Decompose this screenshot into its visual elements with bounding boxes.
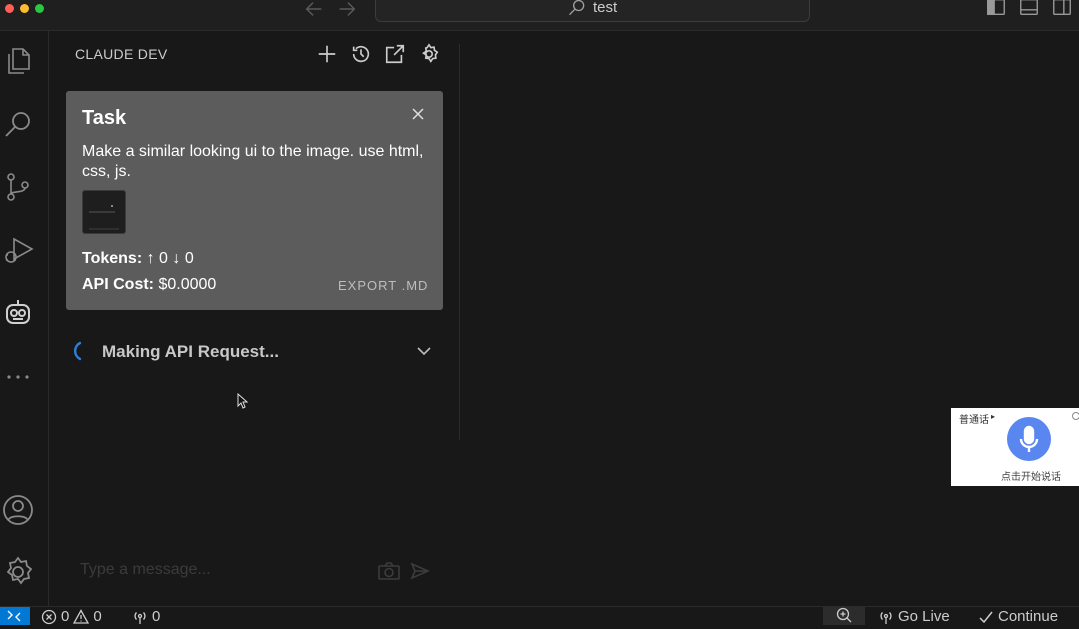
panel-title: CLAUDE DEV: [75, 46, 168, 62]
claude-dev-panel: CLAUDE DEV Task Make a similar looking u…: [48, 31, 460, 606]
task-title: Task: [82, 107, 127, 129]
claude-dev-robot-icon[interactable]: [2, 297, 34, 329]
settings-icon[interactable]: [1072, 412, 1079, 420]
panel-divider: [459, 44, 460, 440]
plus-icon[interactable]: [316, 43, 338, 65]
export-md-button[interactable]: EXPORT .MD: [338, 278, 428, 293]
tokens-in: ↑ 0: [146, 250, 168, 267]
account-icon[interactable]: [1, 493, 35, 527]
task-description: Make a similar looking ui to the image. …: [82, 143, 424, 180]
explorer-icon[interactable]: [2, 45, 34, 77]
search-icon: [569, 0, 585, 16]
settings-icon[interactable]: [418, 43, 440, 65]
ports-indicator[interactable]: 0: [132, 608, 160, 625]
warning-icon: [73, 608, 90, 624]
close-window-button[interactable]: [5, 4, 14, 13]
chevron-down-icon[interactable]: [415, 342, 433, 360]
loading-spinner-icon: [73, 341, 82, 361]
toggle-secondary-sidebar-icon[interactable]: [1051, 0, 1073, 18]
continue-button[interactable]: Continue: [978, 608, 1058, 625]
toggle-panel-icon[interactable]: [1018, 0, 1040, 18]
broadcast-icon: [880, 611, 892, 624]
send-icon[interactable]: [410, 561, 430, 581]
open-in-editor-icon[interactable]: [384, 43, 406, 65]
mouse-pointer-icon: [237, 393, 249, 409]
minimize-window-button[interactable]: [20, 4, 29, 13]
check-icon: [979, 611, 993, 623]
problems-indicator[interactable]: 0 0: [41, 608, 102, 625]
camera-icon[interactable]: [377, 561, 401, 581]
broadcast-icon: [134, 611, 146, 624]
api-cost-value: $0.0000: [158, 276, 217, 293]
manage-gear-icon[interactable]: [1, 555, 35, 589]
forward-arrow-icon[interactable]: [336, 0, 358, 20]
more-views-icon[interactable]: [2, 361, 34, 393]
task-card: Task Make a similar looking ui to the im…: [66, 91, 443, 310]
error-count: 0: [61, 608, 70, 625]
voice-input-widget: 普通话 ▸ 点击开始说话: [951, 408, 1079, 486]
tokens-label: Tokens:: [82, 250, 143, 267]
close-icon[interactable]: [410, 106, 426, 122]
zoom-button[interactable]: [823, 607, 865, 625]
source-control-icon[interactable]: [2, 171, 34, 203]
remote-indicator[interactable]: [0, 607, 30, 625]
continue-label: Continue: [998, 608, 1059, 625]
warning-count: 0: [93, 608, 102, 625]
search-icon[interactable]: [2, 108, 34, 140]
zoom-window-button[interactable]: [35, 4, 44, 13]
error-icon: [41, 609, 57, 624]
microphone-icon: [1019, 425, 1039, 452]
toggle-primary-sidebar-icon[interactable]: [985, 0, 1007, 18]
voice-caption: 点击开始说话: [1001, 472, 1061, 483]
zoom-in-icon: [836, 607, 852, 623]
history-icon[interactable]: [350, 43, 372, 65]
run-and-debug-icon[interactable]: [2, 233, 34, 265]
search-text: test: [593, 0, 618, 16]
token-count: Tokens: ↑ 0 ↓ 0: [82, 250, 194, 268]
title-bar: test: [0, 0, 1079, 31]
caret-right-icon[interactable]: ▸: [991, 412, 995, 421]
api-cost-label: API Cost:: [82, 276, 154, 293]
api-cost: API Cost: $0.0000: [82, 276, 216, 294]
ports-count: 0: [152, 608, 161, 625]
voice-language-label[interactable]: 普通话: [959, 411, 989, 426]
go-live-button[interactable]: Go Live: [878, 608, 950, 625]
microphone-button[interactable]: [1007, 417, 1051, 461]
go-live-label: Go Live: [898, 608, 950, 625]
remote-icon: [7, 610, 21, 622]
tokens-out: ↓ 0: [172, 250, 194, 267]
task-image-thumbnail[interactable]: [82, 190, 126, 234]
back-arrow-icon[interactable]: [303, 0, 325, 20]
message-input[interactable]: Type a message...: [80, 561, 211, 579]
api-request-status: Making API Request...: [102, 342, 279, 361]
status-bar: 0 0 0 Go Live Continue: [0, 606, 1079, 625]
